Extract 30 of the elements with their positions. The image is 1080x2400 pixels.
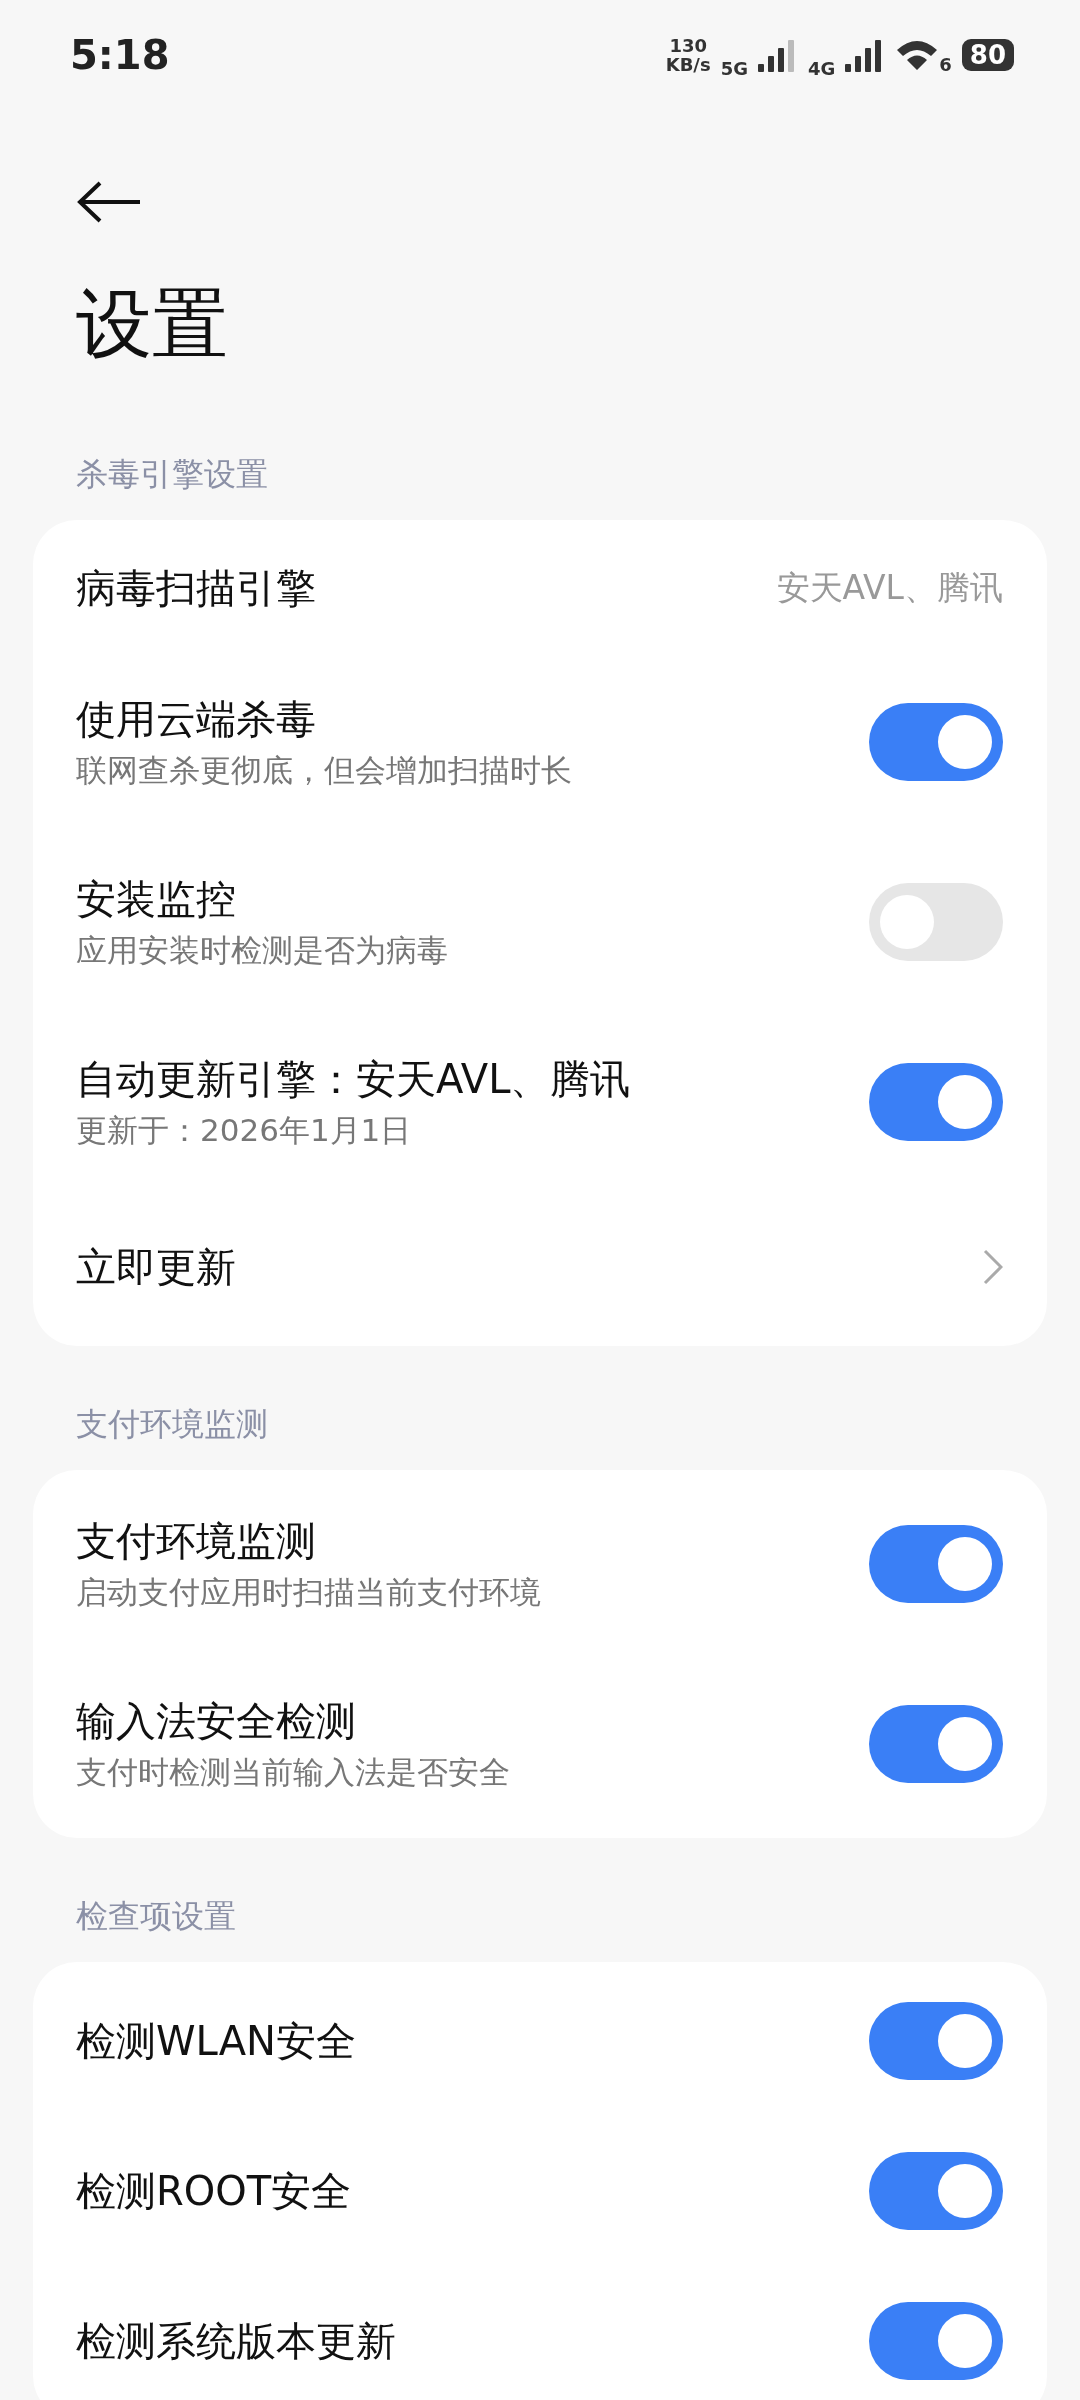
setting-description: 联网查杀更彻底，但会增加扫描时长 xyxy=(76,751,572,790)
setting-description: 更新于：2026年1月1日 xyxy=(76,1111,413,1150)
setting-description: 支付时检测当前输入法是否安全 xyxy=(76,1753,510,1792)
setting-description: 启动支付应用时扫描当前支付环境 xyxy=(76,1573,541,1612)
section-label: 支付环境监测 xyxy=(76,1404,269,1444)
setting-title: 检测ROOT安全 xyxy=(76,2167,352,2216)
network-type: 4G xyxy=(807,57,836,79)
setting-title: 自动更新引擎：安天AVL、腾讯 xyxy=(76,1055,631,1104)
section-label: 检查项设置 xyxy=(76,1896,237,1936)
setting-value[interactable]: 安天AVL、腾讯 xyxy=(776,565,1003,611)
setting-title: 立即更新 xyxy=(76,1243,236,1292)
setting-title: 输入法安全检测 xyxy=(76,1697,357,1746)
setting-description: 应用安装时检测是否为病毒 xyxy=(76,931,448,970)
setting-title: 检测WLAN安全 xyxy=(76,2017,357,2066)
back-arrow-icon[interactable] xyxy=(76,180,142,224)
setting-title: 安装监控 xyxy=(76,875,237,924)
setting-title: 病毒扫描引擎 xyxy=(76,564,316,613)
battery-level: 80 xyxy=(961,39,1014,71)
wifi-icon xyxy=(895,38,940,72)
network-speed-unit: KB/s xyxy=(665,55,711,74)
setting-title: 检测系统版本更新 xyxy=(76,2317,396,2366)
page-title: 设置 xyxy=(76,278,229,370)
chevron-icon[interactable] xyxy=(983,1249,1003,1285)
wifi-label: 6 xyxy=(939,53,952,75)
network-speed-value: 130 xyxy=(669,36,707,55)
status-time: 5:18 xyxy=(70,32,170,78)
section-label: 杀毒引擎设置 xyxy=(76,454,269,494)
setting-title: 支付环境监测 xyxy=(76,1517,317,1566)
network-type: 5G xyxy=(720,57,748,79)
setting-title: 使用云端杀毒 xyxy=(76,695,317,744)
